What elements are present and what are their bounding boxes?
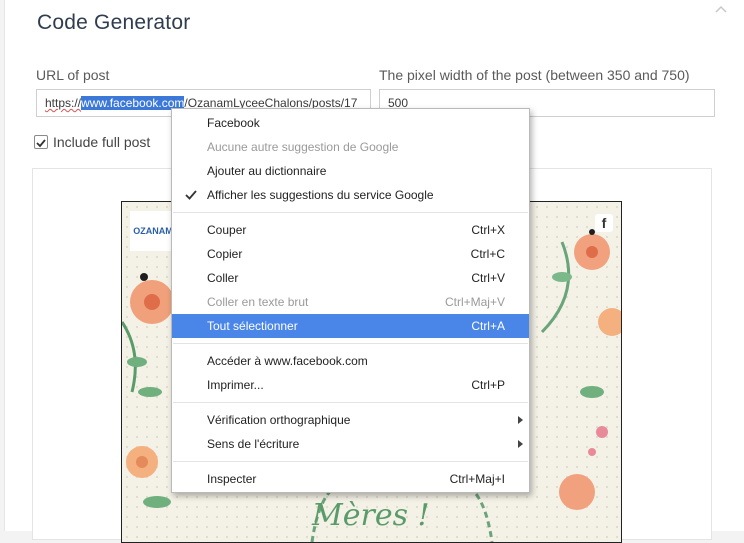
menu-item-label: Copier [207, 247, 243, 261]
context-menu: Facebook Aucune autre suggestion de Goog… [171, 108, 530, 493]
menu-item-label: Vérification orthographique [207, 413, 351, 427]
menu-separator [173, 343, 528, 344]
include-full-post-checkbox[interactable] [34, 135, 48, 149]
menu-item-shortcut: Ctrl+C [470, 247, 505, 261]
menu-item-goto-url[interactable]: Accéder à www.facebook.com [172, 349, 529, 373]
menu-item-shortcut: Ctrl+A [471, 319, 505, 333]
menu-item-google-suggestions[interactable]: Afficher les suggestions du service Goog… [172, 183, 529, 207]
post-script-text: Mères ! [312, 498, 430, 533]
submenu-arrow-icon [518, 416, 523, 424]
chevron-up-icon[interactable] [713, 2, 729, 16]
menu-item-label: Sens de l'écriture [207, 437, 300, 451]
check-icon [36, 139, 46, 148]
ozanam-logo: OZANAM [130, 211, 176, 251]
menu-item-label: Aucune autre suggestion de Google [207, 140, 399, 154]
menu-item-shortcut: Ctrl+Maj+I [449, 472, 505, 486]
menu-item-add-dictionary[interactable]: Ajouter au dictionnaire [172, 159, 529, 183]
menu-item-shortcut: Ctrl+Maj+V [444, 295, 505, 309]
include-full-post-label: Include full post [53, 134, 151, 150]
menu-item-label: Facebook [207, 116, 260, 130]
url-label: URL of post [36, 67, 110, 83]
url-prefix-text: https:// [45, 96, 82, 110]
menu-separator [173, 402, 528, 403]
menu-item-spellcheck[interactable]: Vérification orthographique [172, 408, 529, 432]
menu-item-shortcut: Ctrl+V [471, 271, 505, 285]
menu-item-facebook-suggestion[interactable]: Facebook [172, 111, 529, 135]
facebook-icon[interactable]: f [595, 214, 613, 232]
menu-separator [173, 212, 528, 213]
menu-item-label: Ajouter au dictionnaire [207, 164, 327, 178]
url-selected-text: www.facebook.com [81, 96, 185, 110]
menu-item-paste-plain: Coller en texte brut Ctrl+Maj+V [172, 290, 529, 314]
menu-item-label: Afficher les suggestions du service Goog… [207, 188, 434, 202]
menu-item-label: Tout sélectionner [207, 319, 298, 333]
menu-item-label: Imprimer... [207, 378, 264, 392]
menu-item-label: Inspecter [207, 472, 257, 486]
menu-item-paste[interactable]: Coller Ctrl+V [172, 266, 529, 290]
menu-item-writing-direction[interactable]: Sens de l'écriture [172, 432, 529, 456]
menu-item-label: Coller [207, 271, 239, 285]
menu-item-copy[interactable]: Copier Ctrl+C [172, 242, 529, 266]
menu-item-label: Coller en texte brut [207, 295, 309, 309]
menu-item-shortcut: Ctrl+P [471, 378, 505, 392]
menu-separator [173, 461, 528, 462]
page-title: Code Generator [37, 11, 191, 34]
menu-item-label: Couper [207, 223, 247, 237]
width-label: The pixel width of the post (between 350… [379, 67, 690, 83]
menu-item-label: Accéder à www.facebook.com [207, 354, 368, 368]
menu-item-inspect[interactable]: Inspecter Ctrl+Maj+I [172, 467, 529, 491]
menu-item-no-suggestion: Aucune autre suggestion de Google [172, 135, 529, 159]
menu-item-select-all[interactable]: Tout sélectionner Ctrl+A [172, 314, 529, 338]
menu-item-cut[interactable]: Couper Ctrl+X [172, 218, 529, 242]
menu-item-print[interactable]: Imprimer... Ctrl+P [172, 373, 529, 397]
submenu-arrow-icon [518, 440, 523, 448]
checkmark-icon [185, 190, 197, 200]
menu-item-shortcut: Ctrl+X [471, 223, 505, 237]
